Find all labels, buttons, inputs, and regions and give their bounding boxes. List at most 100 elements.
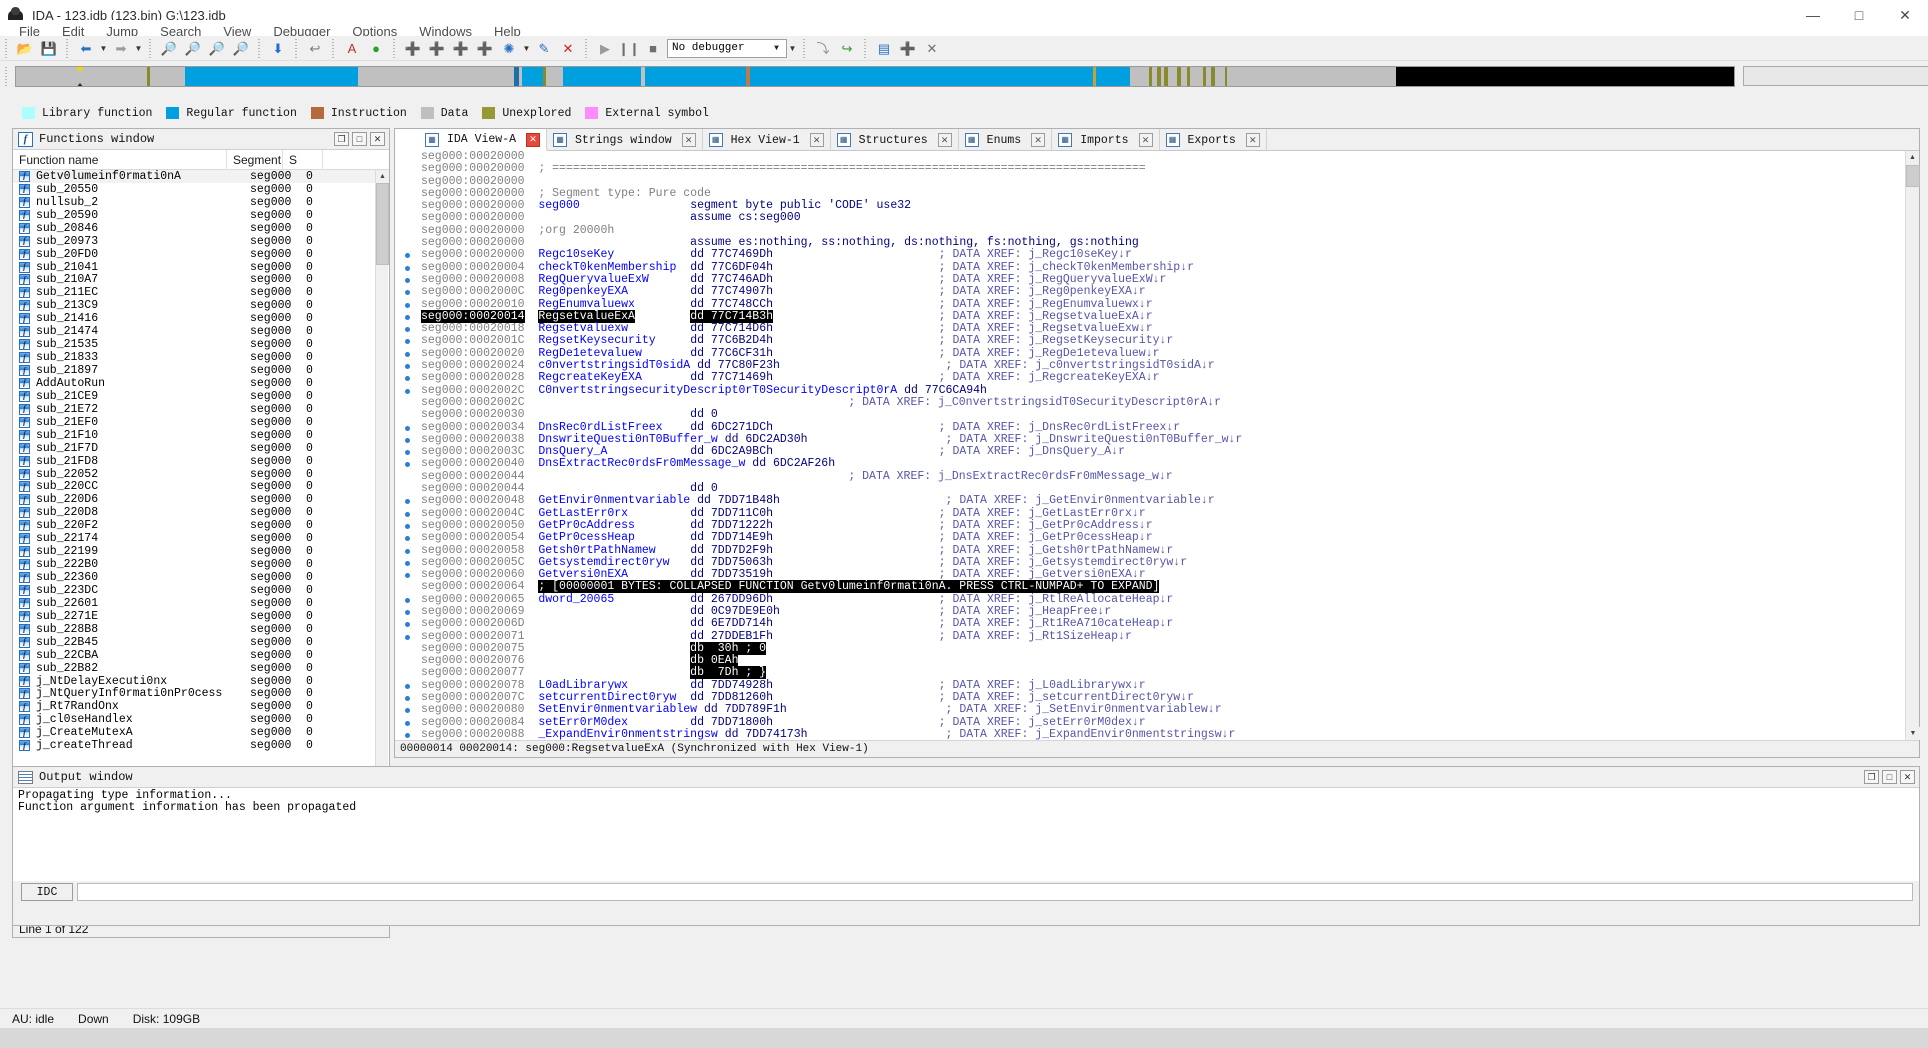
table-row[interactable]: f j_CreateMutexA seg000 0 [13, 726, 389, 739]
add-breakpoint-button[interactable]: ➕ [897, 38, 919, 59]
toolbar-grip[interactable] [293, 38, 300, 58]
symbol-name[interactable]: Reg0penkeyEXA [538, 285, 628, 298]
tab-close-icon[interactable]: ✕ [937, 133, 952, 147]
stop-button[interactable]: ■ [642, 38, 664, 59]
symbol-name[interactable]: DnsQuery_A [538, 445, 607, 458]
table-row[interactable]: f sub_22CBA seg000 0 [13, 649, 389, 662]
tab-close-icon[interactable]: ✕ [809, 133, 824, 147]
symbol-name[interactable]: GetLastErr0rx [538, 507, 628, 520]
save-button[interactable]: 💾 [38, 38, 60, 59]
table-row[interactable]: f sub_211EC seg000 0 [13, 286, 389, 299]
symbol-name[interactable]: GetPr0cAddress [538, 519, 635, 532]
tab-close-icon[interactable]: ✕ [681, 133, 696, 147]
table-row[interactable]: f sub_22360 seg000 0 [13, 571, 389, 584]
table-row[interactable]: f sub_20550 seg000 0 [13, 183, 389, 196]
toolbar-grip[interactable] [391, 38, 398, 58]
table-row[interactable]: f sub_220F2 seg000 0 [13, 519, 389, 532]
maximize-button[interactable]: □ [352, 132, 367, 146]
dropdown-arrow-icon[interactable]: ▼ [521, 38, 532, 59]
table-row[interactable]: f sub_21F7D seg000 0 [13, 442, 389, 455]
make-data-button[interactable]: ➕ [426, 38, 448, 59]
symbol-name[interactable]: setErr0rM0dex [538, 716, 628, 729]
symbol-name[interactable]: RegEnumvaluewx [538, 298, 635, 311]
tab-close-icon[interactable]: ✕ [1138, 133, 1153, 147]
symbol-name[interactable]: RegQueryvalueExW [538, 273, 648, 286]
toolbar-grip[interactable] [583, 38, 590, 58]
make-array-button[interactable]: ➕ [450, 38, 472, 59]
dropdown-arrow-icon[interactable]: ▼ [98, 38, 109, 59]
table-row[interactable]: f sub_220CC seg000 0 [13, 480, 389, 493]
table-row[interactable]: f sub_20FD0 seg000 0 [13, 248, 389, 261]
disassembly-line[interactable]: seg000:00020000 assume cs:seg000 [395, 212, 1904, 224]
table-row[interactable]: f sub_21833 seg000 0 [13, 351, 389, 364]
table-row[interactable]: f sub_20846 seg000 0 [13, 222, 389, 235]
table-row[interactable]: f j_cl0seHandlex seg000 0 [13, 713, 389, 726]
table-row[interactable]: f sub_21FD8 seg000 0 [13, 455, 389, 468]
step-into-button[interactable]: ⤵ [812, 38, 834, 59]
table-row[interactable]: f sub_22B45 seg000 0 [13, 636, 389, 649]
table-row[interactable]: f sub_21897 seg000 0 [13, 364, 389, 377]
disassembly-line[interactable]: seg000:00020000 ; ======================… [395, 163, 1904, 175]
table-row[interactable]: f j_NtQueryInf0rmati0nPr0cess seg000 0 [13, 687, 389, 700]
restore-button[interactable]: ❐ [1864, 770, 1879, 784]
table-row[interactable]: f sub_21535 seg000 0 [13, 338, 389, 351]
table-row[interactable]: f sub_20590 seg000 0 [13, 209, 389, 222]
table-row[interactable]: f nullsub_2 seg000 0 [13, 196, 389, 209]
restore-button[interactable]: ❐ [334, 132, 349, 146]
symbol-name[interactable]: Getsh0rtPathNamew [538, 544, 655, 557]
tab-close-icon[interactable]: ✕ [1245, 133, 1260, 147]
symbol-name[interactable]: L0adLibrarywx [538, 679, 628, 692]
make-function-button[interactable]: ✺ [498, 38, 520, 59]
table-row[interactable]: f AddAutoRun seg000 0 [13, 377, 389, 390]
delete-button[interactable]: ✕ [557, 38, 579, 59]
toolbar-grip[interactable] [3, 38, 10, 58]
symbol-name[interactable]: checkT0kenMembership [538, 261, 676, 274]
navband-zoom-combo[interactable]: ▼ [1743, 66, 1928, 86]
symbol-name[interactable]: RegsetKeysecurity [538, 334, 655, 347]
symbol-name[interactable]: DnsExtractRec0rdsFr0mMessage_w [538, 457, 745, 470]
symbol-name[interactable]: DnswriteQuesti0nT0Buffer_w [538, 433, 717, 446]
analysis-button[interactable]: A [341, 38, 363, 59]
table-row[interactable]: f sub_213C9 seg000 0 [13, 299, 389, 312]
table-row[interactable]: f sub_222B0 seg000 0 [13, 558, 389, 571]
scroll-thumb[interactable] [1906, 165, 1920, 187]
toolbar-grip[interactable] [256, 38, 263, 58]
tab-close-icon[interactable]: ✕ [1031, 133, 1046, 147]
symbol-name[interactable]: RegcreateKeyEXA [538, 371, 642, 384]
idc-button[interactable]: IDC [21, 883, 73, 901]
undo-button[interactable]: ↩ [304, 38, 326, 59]
table-row[interactable]: f sub_220D8 seg000 0 [13, 506, 389, 519]
tab-ida-view-a[interactable]: ▦ IDA View-A ✕ [395, 129, 548, 151]
open-file-button[interactable]: 📂 [14, 38, 36, 59]
pause-button[interactable]: ❙❙ [618, 38, 640, 59]
toolbar-grip[interactable] [64, 38, 71, 58]
disassembly-view[interactable]: seg000:00020000 seg000:00020000 ; ======… [395, 151, 1919, 740]
column-header[interactable]: Segment [227, 149, 283, 170]
table-row[interactable]: f sub_21474 seg000 0 [13, 325, 389, 338]
tab-strings-window[interactable]: ▦ Strings window ✕ [547, 129, 703, 151]
symbol-name[interactable]: dword_20065 [538, 593, 614, 606]
table-row[interactable]: f sub_20973 seg000 0 [13, 235, 389, 248]
search-binary-button[interactable]: 🔎 [230, 38, 252, 59]
toolbar-grip[interactable] [862, 38, 869, 58]
symbol-name[interactable]: Getsystemdirect0ryw [538, 556, 669, 569]
toolbar-grip[interactable] [147, 38, 154, 58]
dropdown-arrow-icon[interactable]: ▼ [787, 38, 798, 59]
table-row[interactable]: f sub_2271E seg000 0 [13, 610, 389, 623]
table-row[interactable]: f j_createThread seg000 0 [13, 739, 389, 752]
table-row[interactable]: f sub_21416 seg000 0 [13, 312, 389, 325]
table-row[interactable]: f sub_21041 seg000 0 [13, 261, 389, 274]
delete-breakpoint-button[interactable]: ✕ [921, 38, 943, 59]
table-row[interactable]: f sub_220D6 seg000 0 [13, 493, 389, 506]
close-button[interactable]: ✕ [370, 132, 385, 146]
table-row[interactable]: f sub_210A7 seg000 0 [13, 273, 389, 286]
scroll-up-icon[interactable]: ▲ [1906, 151, 1919, 164]
table-row[interactable]: f sub_22174 seg000 0 [13, 532, 389, 545]
navband-grip[interactable] [3, 66, 10, 86]
symbol-name[interactable]: RegsetvalueExA [538, 309, 635, 323]
tab-enums[interactable]: ▦ Enums ✕ [959, 129, 1053, 151]
table-row[interactable]: f sub_21EF0 seg000 0 [13, 416, 389, 429]
search-next-button[interactable]: 🔎 [158, 38, 180, 59]
back-button[interactable]: ⬅ [75, 38, 97, 59]
symbol-name[interactable]: Regc10seKey [538, 248, 614, 261]
